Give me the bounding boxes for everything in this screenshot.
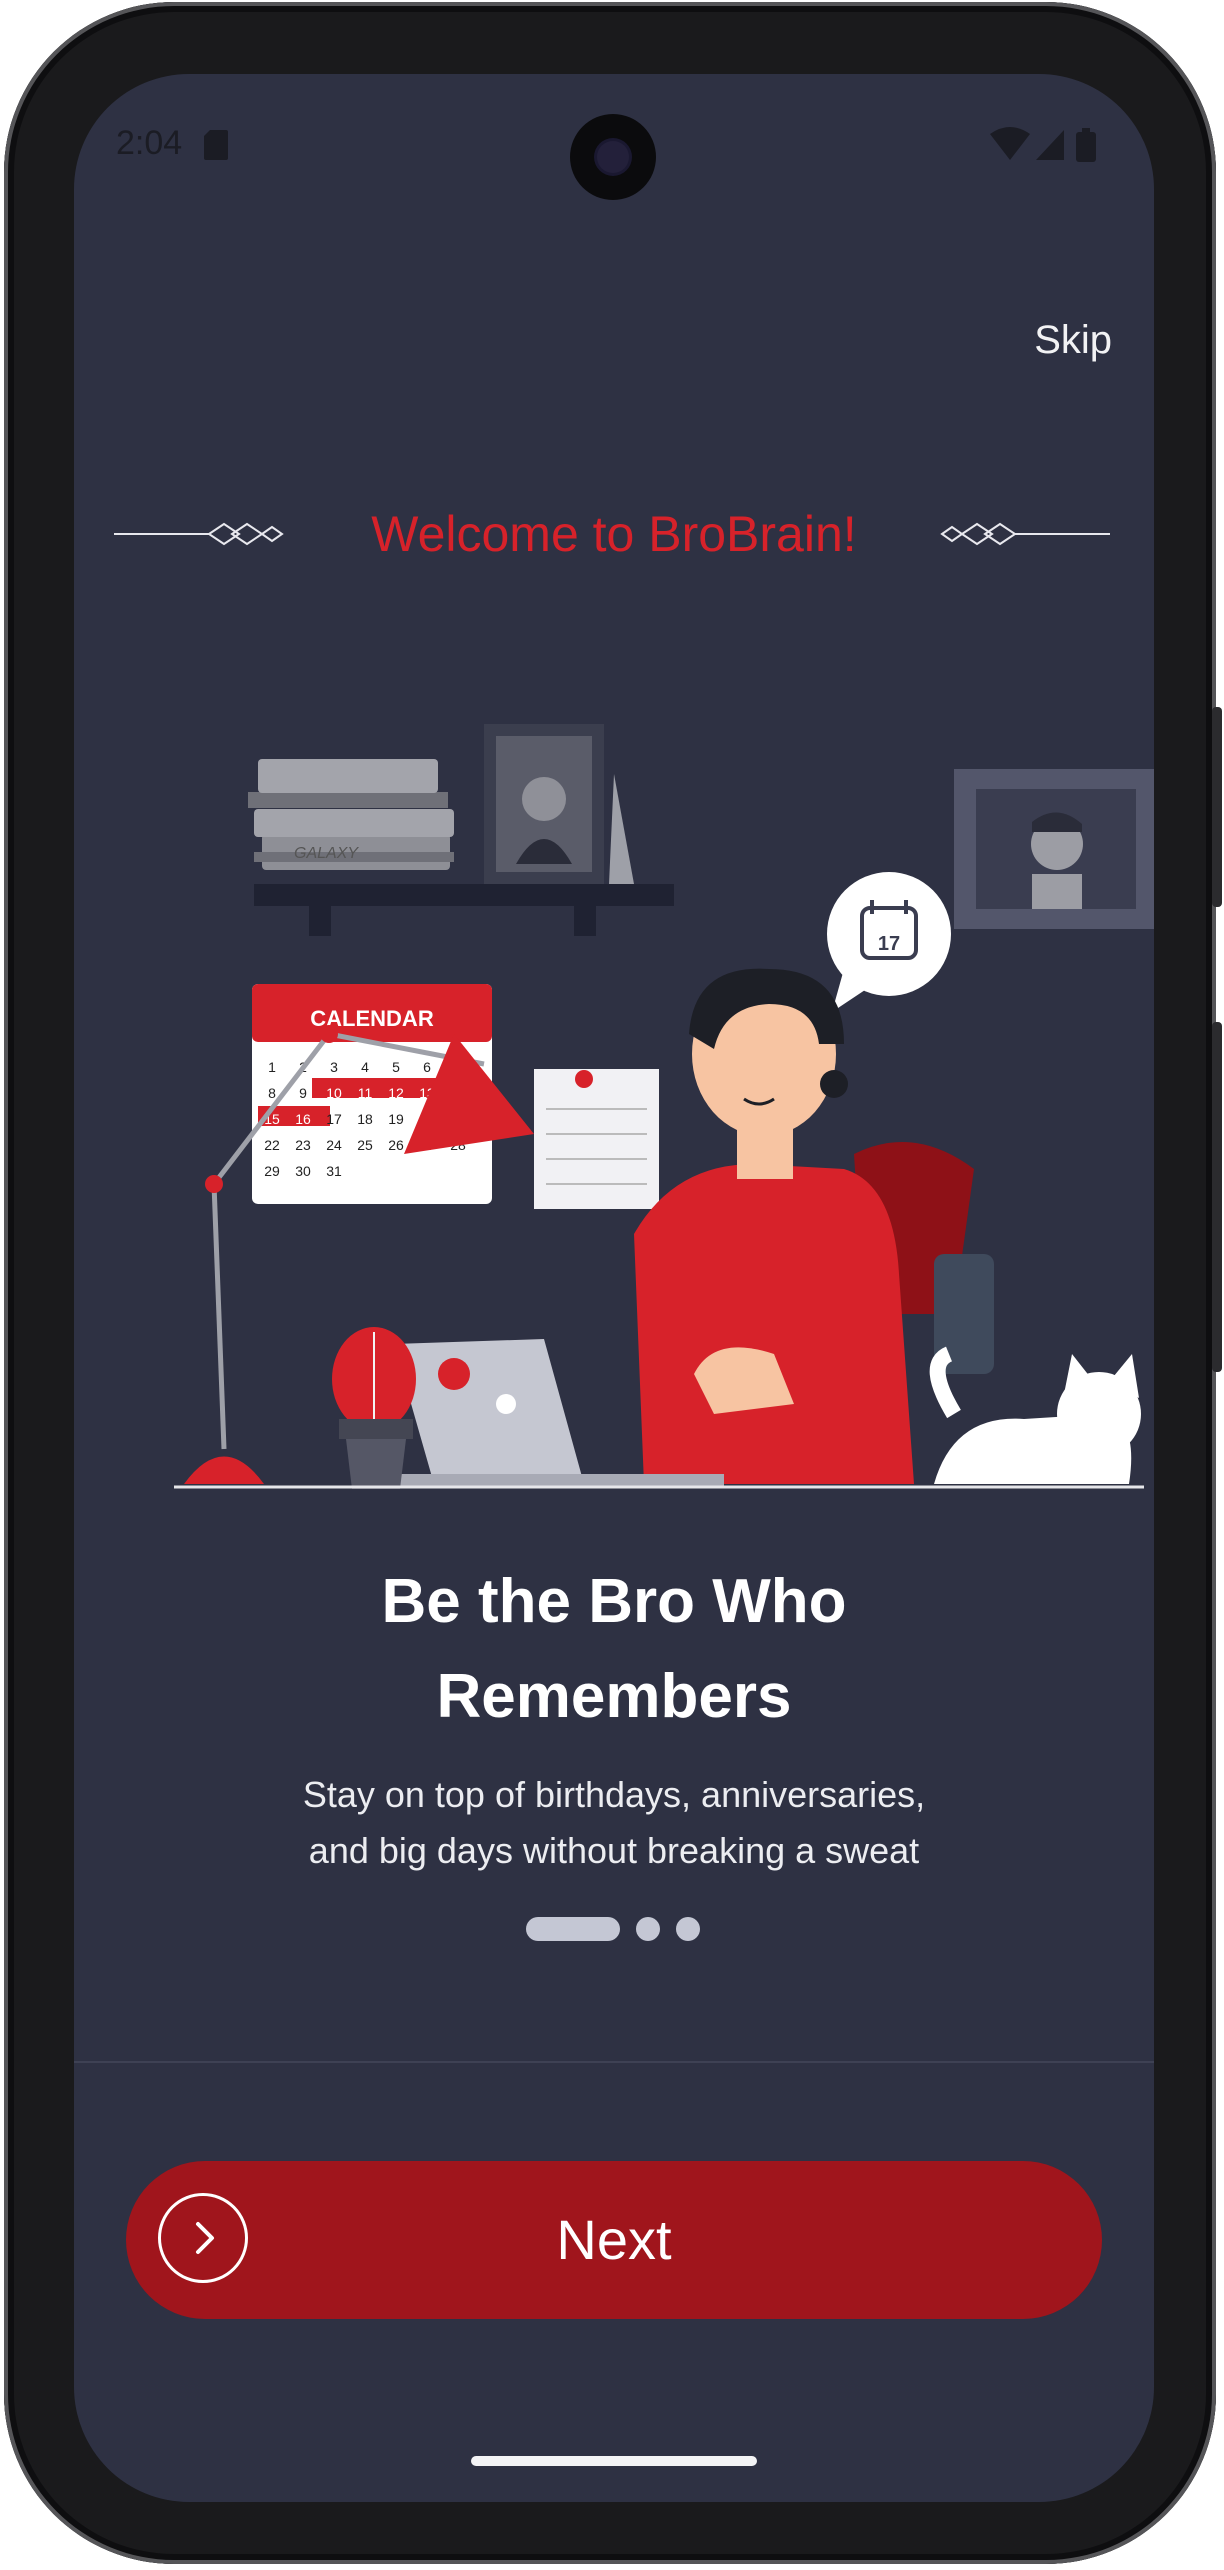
page-dot-3 <box>676 1917 700 1941</box>
phone-frame: 2:04 Skip Welcome to BroBrain! GALAXY 17… <box>4 2 1222 2564</box>
calendar-day: 26 <box>388 1137 404 1153</box>
calendar-day: 30 <box>295 1163 311 1179</box>
volume-button <box>1212 1022 1222 1372</box>
onboarding-subtitle: Stay on top of birthdays, anniversaries,… <box>74 1767 1154 1879</box>
signal-icon <box>1036 130 1064 160</box>
calendar-day: 8 <box>268 1085 276 1101</box>
man-figure <box>634 968 914 1484</box>
status-time: 2:04 <box>116 124 183 162</box>
cactus-plant <box>332 1327 416 1489</box>
calendar-day: 31 <box>326 1163 342 1179</box>
calendar-day: 5 <box>392 1059 400 1075</box>
calendar-day: 19 <box>388 1111 404 1127</box>
power-button <box>1212 707 1222 907</box>
heading-line-2: Remembers <box>436 1662 792 1731</box>
battery-icon <box>1076 128 1096 162</box>
calendar-day: 11 <box>358 1085 373 1101</box>
shelf <box>254 884 674 936</box>
front-camera <box>570 114 656 200</box>
calendar-day: 18 <box>357 1111 373 1127</box>
calendar-day: 4 <box>361 1059 369 1075</box>
calendar-day: 29 <box>264 1163 280 1179</box>
subtitle-line-1: Stay on top of birthdays, anniversaries, <box>302 1774 926 1815</box>
subtitle-line-2: and big days without breaking a sweat <box>308 1830 920 1871</box>
sd-card-icon <box>204 130 228 160</box>
chevron-right-icon <box>158 2193 248 2283</box>
home-indicator[interactable] <box>471 2456 757 2466</box>
bubble-day: 17 <box>878 933 900 955</box>
wifi-icon <box>990 127 1030 160</box>
calendar-day: 10 <box>326 1085 342 1101</box>
welcome-row: Welcome to BroBrain! <box>74 494 1154 574</box>
status-icons <box>990 127 1096 162</box>
calendar-day: 24 <box>326 1137 342 1153</box>
books-stack: GALAXY <box>248 759 454 870</box>
calendar-day: 23 <box>295 1137 311 1153</box>
onboarding-heading: Be the Bro Who Remembers <box>74 1554 1154 1744</box>
page-dot-2 <box>636 1917 660 1941</box>
screen: 2:04 Skip Welcome to BroBrain! GALAXY 17… <box>74 74 1154 2502</box>
onboarding-illustration: GALAXY 17 CALENDAR 1 3 4 5 68 9 10 11 12… <box>174 724 1154 1489</box>
calendar-day: 16 <box>295 1111 311 1127</box>
footer-divider <box>74 2061 1154 2063</box>
book-label: GALAXY <box>294 845 359 862</box>
speech-bubble: 17 <box>827 872 951 1012</box>
photo-frame-woman <box>484 724 634 884</box>
calendar-day: 25 <box>357 1137 373 1153</box>
skip-button[interactable]: Skip <box>1034 318 1112 363</box>
next-button-label: Next <box>556 2208 672 2271</box>
page-dot-active <box>526 1917 620 1941</box>
photo-frame-man <box>954 769 1154 929</box>
calendar-day: 6 <box>423 1059 431 1075</box>
calendar-day: 12 <box>388 1085 404 1101</box>
calendar-day: 22 <box>264 1137 280 1153</box>
calendar-day: 3 <box>330 1059 338 1075</box>
next-button[interactable]: Next <box>126 2161 1102 2319</box>
right-ornament-icon <box>940 522 1110 546</box>
note-pad <box>534 1069 659 1209</box>
calendar-day: 9 <box>299 1085 307 1101</box>
page-indicator <box>74 1917 1154 1943</box>
calendar-day: 1 <box>268 1059 276 1075</box>
calendar-day: 17 <box>326 1111 342 1127</box>
heading-line-1: Be the Bro Who <box>381 1567 847 1636</box>
